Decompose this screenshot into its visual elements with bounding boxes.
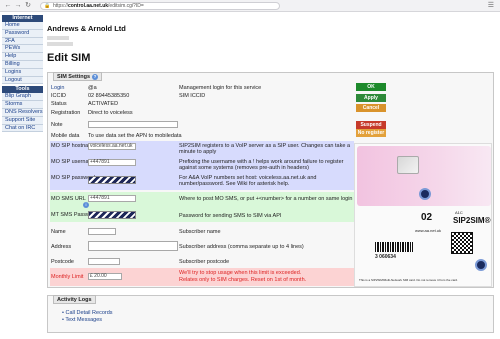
sidebar-item-storms[interactable]: Storms: [2, 101, 43, 109]
card-number: 02: [421, 212, 433, 223]
text-messages-link[interactable]: • Text Messages: [62, 317, 102, 323]
url-bar[interactable]: 🔒 https://control.aa.net.uk/editsim.cgi?…: [40, 2, 280, 10]
card-fine-print: This is a SIP2SIM/Multi-Network SIM card…: [359, 278, 458, 282]
mo-sip-host-desc: SIP2SIM registers to a VoIP server as a …: [179, 143, 350, 155]
mobile-data-value: To use data set the APN to mobiledata: [88, 133, 182, 139]
cancel-button[interactable]: Cancel: [356, 104, 386, 112]
call-detail-records-link[interactable]: • Call Detail Records: [62, 310, 113, 316]
help-icon[interactable]: ?: [92, 73, 99, 80]
login-value: @a: [88, 85, 97, 91]
mt-sms-pass-input[interactable]: [88, 211, 136, 219]
url-host: control.aa.net.uk: [68, 3, 109, 9]
limit-label: Monthly Limit: [51, 274, 84, 280]
sidebar-item-blip-graph[interactable]: Blip Graph: [2, 93, 43, 102]
aa-logo-icon: [419, 188, 431, 200]
page-title: Edit SIM: [47, 52, 91, 64]
name-desc: Subscriber name: [179, 229, 221, 235]
status-label: Status: [51, 101, 67, 107]
url-path: /editsim.cgi?ID=: [108, 3, 144, 9]
sidebar-item-logins[interactable]: Logins: [2, 68, 43, 77]
url-prefix: https://: [53, 3, 69, 9]
login-desc: Management login for this service: [179, 85, 262, 91]
iccid-desc: SIM ICCID: [179, 93, 206, 99]
mo-sms-url-label: MO SMS URL: [51, 196, 86, 202]
status-value: ACTIVATED: [88, 101, 119, 107]
registration-value: Direct to voiceless: [88, 110, 133, 116]
limit-desc-2: Relates only to SIM charges. Reset on 1s…: [179, 277, 307, 283]
sidebar-item-home[interactable]: Home: [2, 22, 43, 30]
sim-settings-legend: SIM Settings?: [53, 72, 103, 81]
sidebar-item-logout[interactable]: Logout: [2, 76, 43, 85]
sim-card-front: [357, 146, 491, 206]
qr-code-icon: [451, 232, 473, 254]
mo-sip-host-input[interactable]: voiceless.aa.net.uk: [88, 143, 136, 150]
company-name: Andrews & Arnold Ltd: [47, 24, 126, 33]
menu-icon[interactable]: ☰: [488, 2, 494, 10]
info-icon[interactable]: i: [83, 202, 89, 208]
login-label: Login: [51, 85, 65, 91]
sidebar-item-chat-irc[interactable]: Chat on IRC: [2, 124, 43, 133]
address-desc: Subscriber address (comma separate up to…: [179, 244, 304, 250]
address-label: Address: [51, 244, 72, 250]
iccid-label: ICCID: [51, 93, 66, 99]
sidebar-heading-internet: Internet: [2, 15, 43, 22]
text-messages-label: Text Messages: [65, 317, 103, 323]
activity-logs-panel: Activity Logs • Call Detail Records • Te…: [47, 295, 494, 333]
chip-icon: [397, 156, 419, 174]
mo-sms-url-desc: Where to post MO SMS, or put +<number> f…: [179, 196, 353, 202]
sidebar-item-dns-resolvers[interactable]: DNS Resolvers: [2, 108, 43, 117]
browser-toolbar: ← → ↻ 🔒 https://control.aa.net.uk/editsi…: [0, 0, 500, 12]
apply-button[interactable]: Apply: [356, 94, 386, 102]
activity-logs-legend: Activity Logs: [53, 295, 96, 304]
note-label: Note: [51, 122, 63, 128]
card-code: A1C: [455, 210, 463, 215]
sidebar: Internet Home Password 2FA PEWs Help Bil…: [2, 15, 43, 133]
mo-sip-user-desc: Prefixing the username with a ! helps wo…: [179, 159, 344, 171]
sim-card-image: 02 A1C SIP2SIM® www.aa.net.uk 3 060634 T…: [354, 143, 492, 287]
mo-sip-pass-input[interactable]: [88, 176, 136, 184]
reload-icon[interactable]: ↻: [24, 2, 32, 10]
card-brand: SIP2SIM®: [453, 216, 491, 225]
limit-desc-1: We'll try to stop usage when this limit …: [179, 270, 302, 276]
mo-sip-user-input[interactable]: +447891: [88, 159, 136, 166]
sidebar-item-2fa[interactable]: 2FA: [2, 37, 43, 46]
mo-sms-url-input[interactable]: +447891: [88, 195, 136, 202]
sidebar-item-support-site[interactable]: Support Site: [2, 116, 43, 125]
no-register-button[interactable]: No register: [356, 129, 386, 137]
iccid-value: 02 89445385350: [88, 93, 130, 99]
lock-icon: 🔒: [44, 3, 51, 9]
address-input[interactable]: [88, 241, 178, 251]
redacted-text: [47, 42, 73, 46]
mt-sms-pass-desc: Password for sending SMS to SIM via API: [179, 213, 282, 219]
back-icon[interactable]: ←: [4, 2, 12, 10]
sidebar-item-pews[interactable]: PEWs: [2, 45, 43, 54]
aa-logo-icon: [475, 259, 487, 271]
postcode-label: Postcode: [51, 259, 74, 265]
mo-sip-pass-desc: For A&A VoIP numbers set host: voiceless…: [179, 175, 317, 187]
limit-input[interactable]: £ 20.00: [88, 273, 122, 280]
sim-settings-title: SIM Settings: [57, 74, 91, 80]
note-input[interactable]: [88, 121, 178, 128]
sidebar-item-password[interactable]: Password: [2, 29, 43, 38]
sidebar-item-help[interactable]: Help: [2, 53, 43, 61]
name-input[interactable]: [88, 228, 116, 235]
suspend-button[interactable]: Suspend: [356, 121, 386, 129]
card-url: www.aa.net.uk: [415, 228, 442, 233]
sidebar-item-billing[interactable]: Billing: [2, 60, 43, 69]
name-label: Name: [51, 229, 66, 235]
registration-label: Registration: [51, 110, 81, 116]
mobile-data-label: Mobile data: [51, 133, 80, 139]
redacted-text: [47, 36, 69, 40]
sidebar-heading-tools: Tools: [2, 86, 43, 94]
barcode-icon: [375, 242, 413, 252]
postcode-input[interactable]: [88, 258, 120, 265]
forward-icon[interactable]: →: [14, 2, 22, 10]
call-detail-records-label: Call Detail Records: [65, 310, 113, 316]
postcode-desc: Subscriber postcode: [179, 259, 230, 265]
barcode-text: 3 060634: [375, 254, 396, 260]
ok-button[interactable]: OK: [356, 83, 386, 91]
